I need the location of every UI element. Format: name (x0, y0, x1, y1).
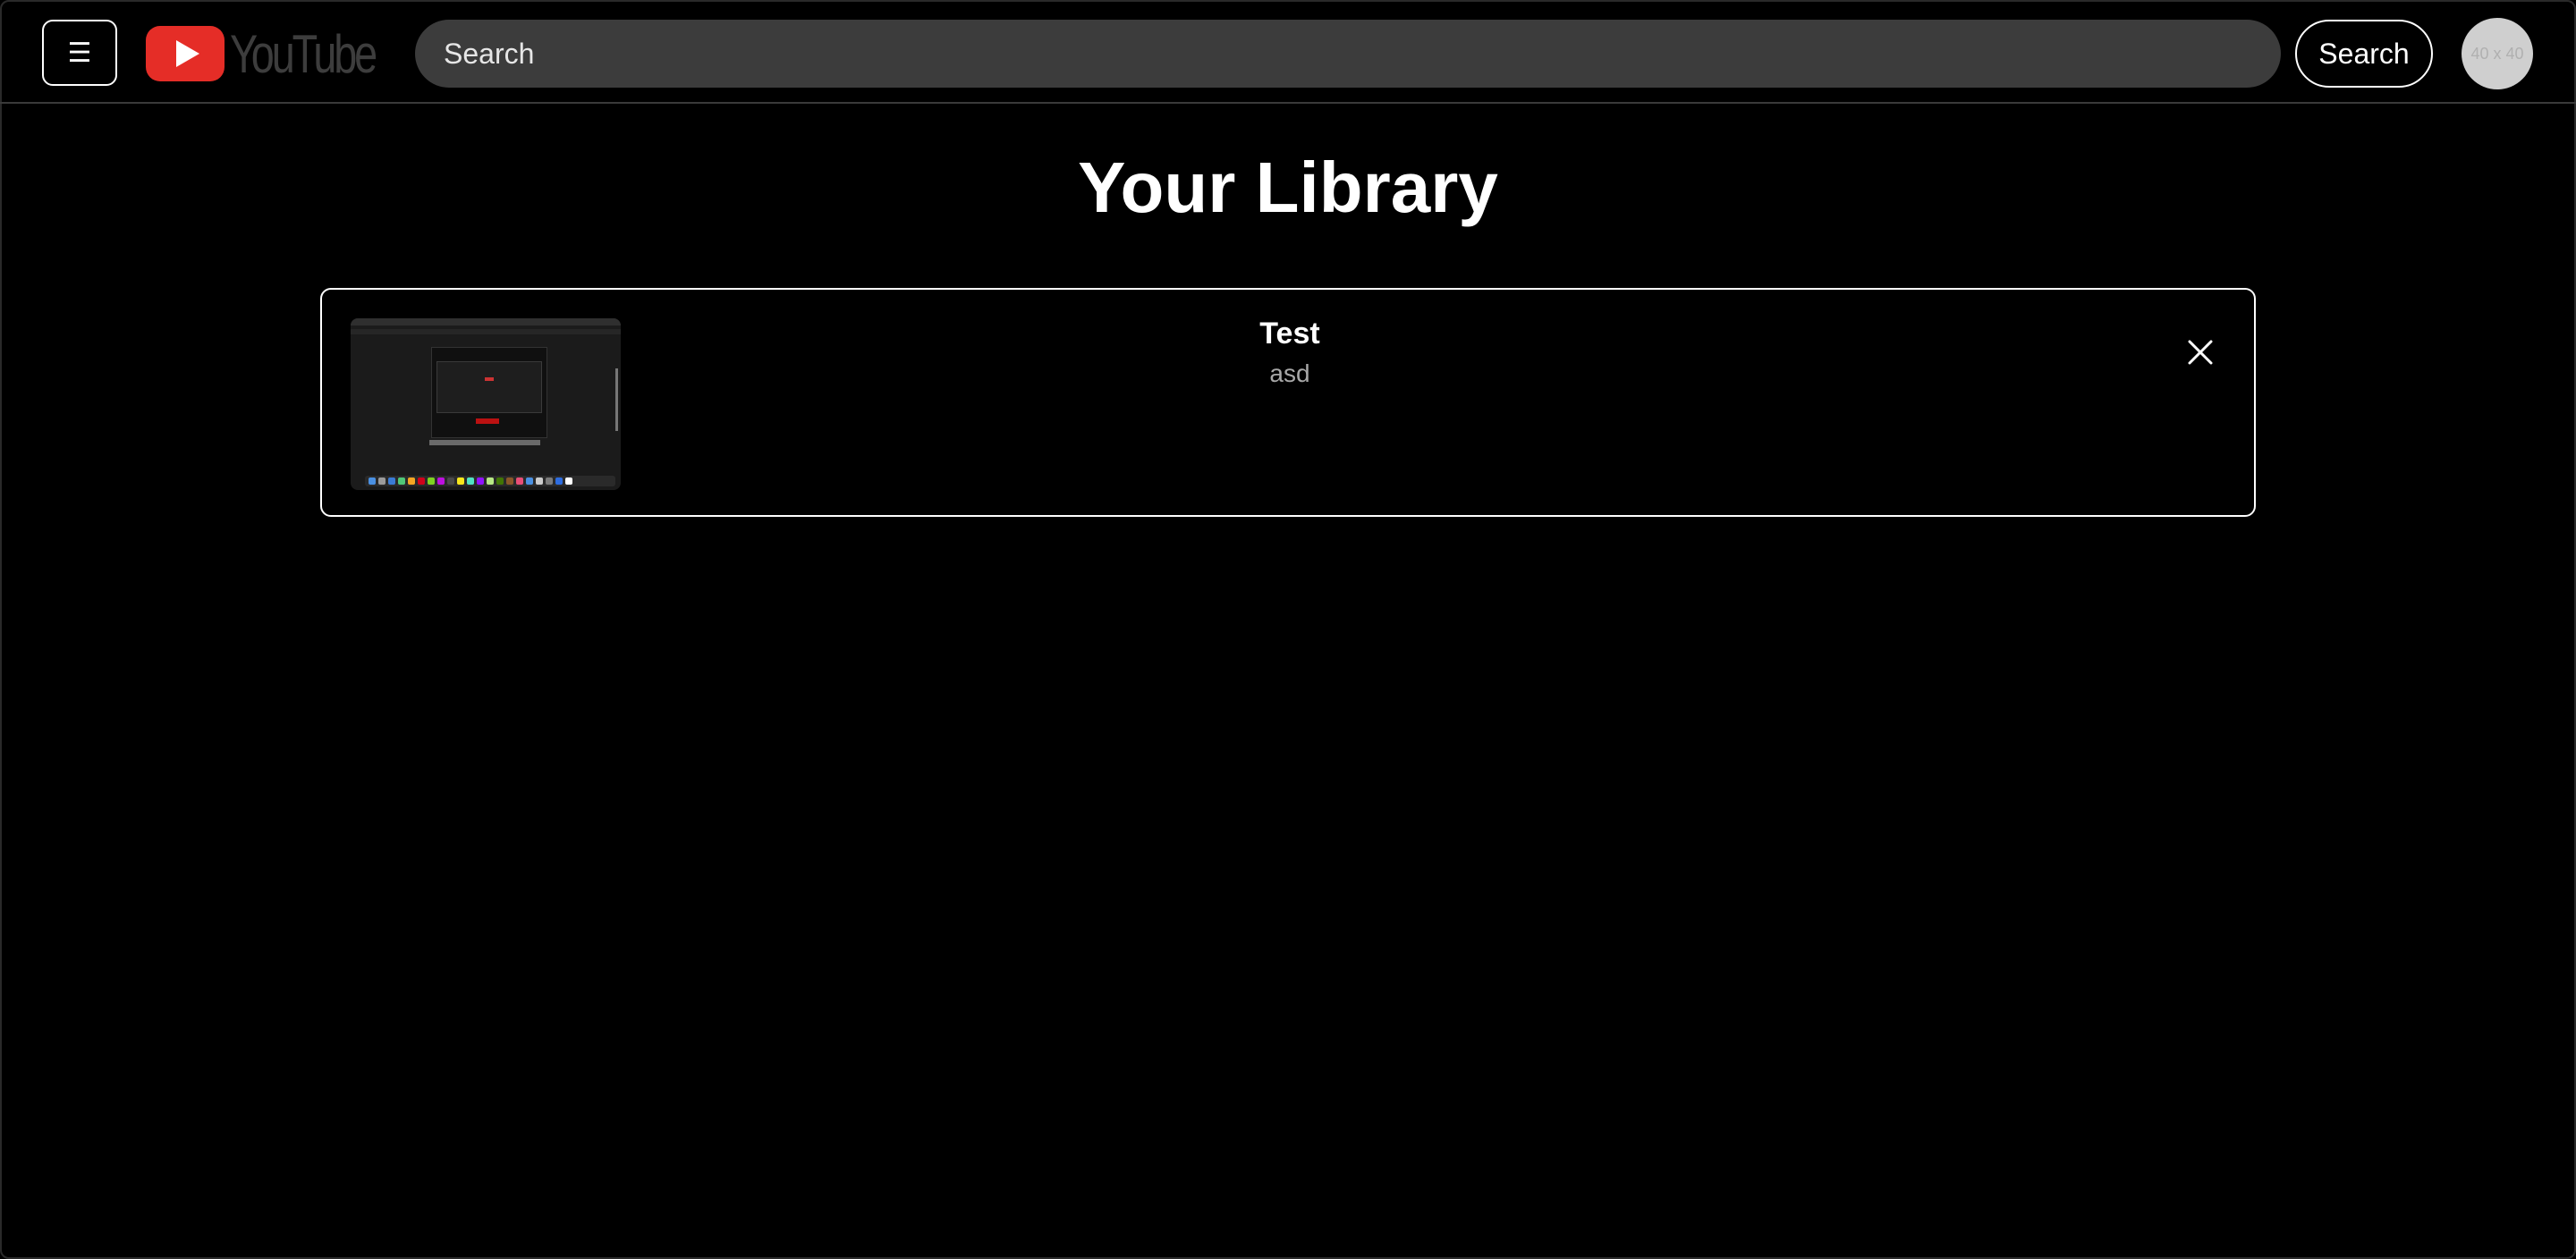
avatar[interactable]: 40 x 40 (2462, 18, 2533, 89)
logo-wordmark: YouTube (230, 23, 377, 84)
menu-button[interactable]: ☰ (42, 20, 117, 86)
close-icon (2188, 340, 2213, 365)
remove-item-button[interactable] (2182, 334, 2218, 370)
hamburger-menu-icon: ☰ (67, 38, 92, 68)
youtube-play-icon (146, 26, 225, 81)
search-button[interactable]: Search (2295, 20, 2433, 88)
search-input[interactable] (415, 20, 2281, 88)
item-subtitle: asd (1269, 359, 1310, 387)
page-title: Your Library (1078, 148, 1498, 227)
top-bar: ☰ YouTube Search 40 x 40 (0, 0, 2576, 104)
youtube-logo[interactable]: YouTube (146, 23, 416, 84)
library-item-card[interactable]: Test asd (320, 288, 2256, 517)
item-title[interactable]: Test (322, 317, 2258, 351)
